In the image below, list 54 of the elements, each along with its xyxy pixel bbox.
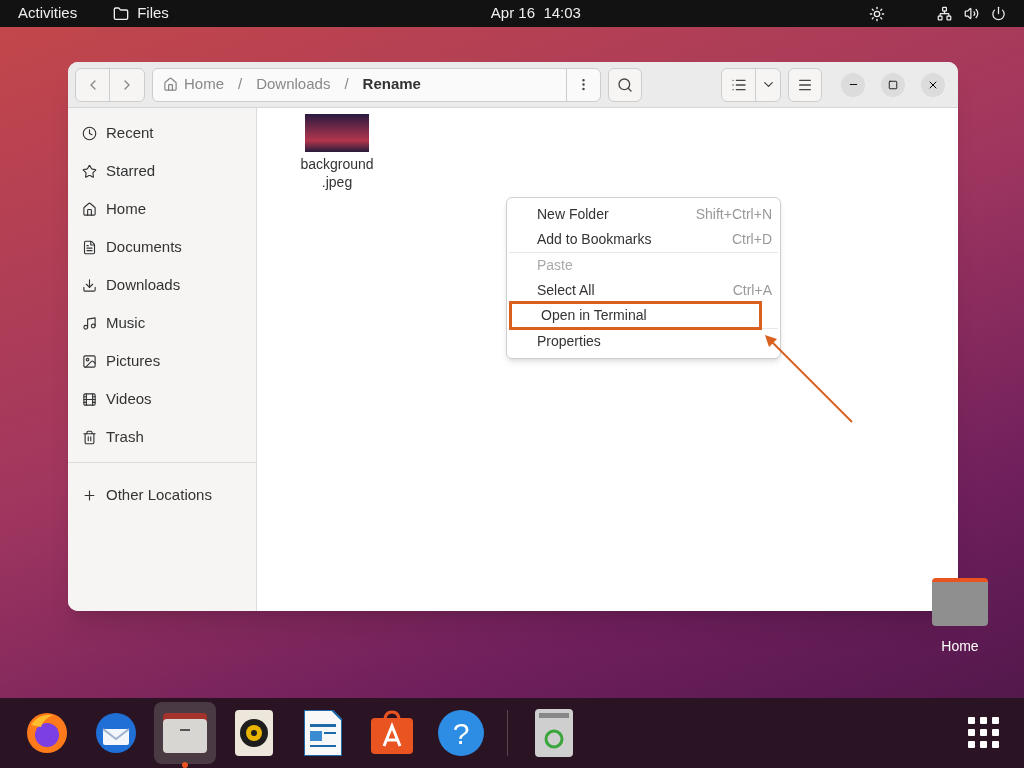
clock[interactable]: Apr 16 14:03 (490, 2, 581, 25)
document-icon[interactable] (304, 710, 342, 756)
path-separator: / (344, 74, 349, 95)
file-cabinet-icon[interactable] (163, 713, 207, 753)
power-icon[interactable] (991, 6, 1006, 21)
picture-icon (82, 353, 97, 369)
running-indicator (182, 762, 188, 768)
menu-item[interactable]: Properties (507, 329, 780, 354)
search-icon (617, 76, 633, 93)
sidebar-item[interactable]: Videos (68, 380, 256, 418)
speaker-icon[interactable] (235, 710, 273, 756)
network-icon[interactable] (937, 6, 952, 21)
mail-bird-icon[interactable] (93, 711, 139, 755)
clock-icon (82, 125, 97, 141)
file-name[interactable]: background .jpeg (300, 155, 374, 191)
search-button[interactable] (608, 67, 642, 102)
help-button[interactable]: ? (438, 710, 484, 756)
app-menu[interactable]: Files (137, 2, 169, 25)
home-icon (82, 201, 97, 217)
path-segment[interactable]: Downloads (256, 73, 331, 96)
sidebar-item[interactable]: Other Locations (68, 476, 256, 514)
film-icon (82, 391, 97, 407)
shopping-bag-icon[interactable] (369, 710, 415, 756)
download-icon (82, 277, 97, 293)
app-grid-icon[interactable] (968, 717, 1000, 749)
path-segment[interactable]: Rename (362, 73, 421, 96)
menu-item[interactable]: Add to Bookmarks Ctrl+D (507, 227, 780, 252)
volume-icon[interactable] (964, 6, 979, 21)
menu-item[interactable]: Select All Ctrl+A (507, 278, 780, 303)
sidebar-item[interactable]: Recent (68, 114, 256, 152)
maximize-button[interactable] (881, 72, 905, 97)
home-icon (163, 77, 178, 92)
image-thumbnail[interactable] (305, 114, 369, 152)
activities-button[interactable]: Activities (18, 2, 78, 25)
trash-icon (82, 429, 97, 445)
menu-item[interactable]: Open in Terminal (511, 303, 760, 328)
menu-button[interactable] (788, 67, 822, 102)
sidebar-item[interactable]: Documents (68, 228, 256, 266)
folder-icon (113, 5, 130, 22)
star-icon (82, 163, 97, 179)
sidebar-item[interactable]: Home (68, 190, 256, 228)
sidebar-item[interactable]: Pictures (68, 342, 256, 380)
path-separator: / (238, 74, 243, 95)
brightness-icon[interactable] (869, 5, 885, 22)
document-icon (82, 239, 97, 255)
music-icon (82, 315, 97, 331)
sidebar-item[interactable]: Trash (68, 418, 256, 456)
menu-item[interactable]: New Folder Shift+Ctrl+N (507, 202, 780, 227)
maximize-icon (888, 79, 898, 90)
firefox-icon[interactable] (25, 711, 69, 755)
plus-icon (82, 487, 97, 503)
sidebar-item[interactable]: Music (68, 304, 256, 342)
sidebar-item[interactable]: Downloads (68, 266, 256, 304)
sidebar-item[interactable]: Starred (68, 152, 256, 190)
